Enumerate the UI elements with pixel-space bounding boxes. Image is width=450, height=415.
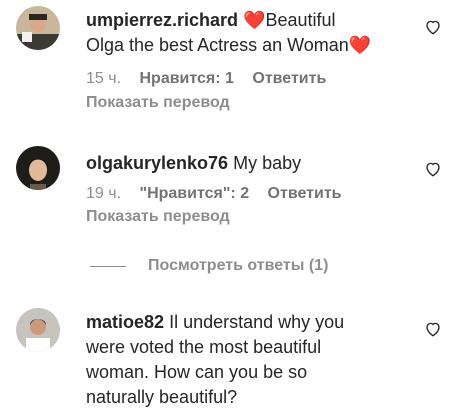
comment-text: olgakurylenko76 My baby (86, 153, 302, 173)
heart-emoji: ❤️ (348, 35, 372, 55)
username[interactable]: matioe82 (86, 312, 164, 332)
timestamp: 19 ч. (86, 185, 122, 202)
avatar-umpierrez[interactable] (16, 6, 60, 50)
comment-meta: 15 ч. Нравится: 1 Ответить (86, 70, 340, 88)
heart-emoji: ❤️ (243, 10, 266, 30)
heart-outline-icon[interactable] (424, 18, 442, 36)
avatar-matioe82[interactable] (16, 308, 60, 352)
username[interactable]: olgakurylenko76 (86, 153, 228, 173)
likes-count[interactable]: Нравится: 1 (139, 70, 233, 87)
view-replies-label: Посмотреть ответы (1) (148, 257, 329, 274)
view-replies-button[interactable]: Посмотреть ответы (1) (90, 256, 328, 276)
heart-outline-icon[interactable] (424, 160, 442, 178)
comment-meta: 19 ч. "Нравится": 2 Ответить (86, 185, 355, 203)
avatar-olgakurylenko76[interactable] (16, 146, 60, 190)
reply-button[interactable]: Ответить (268, 185, 342, 202)
reply-button[interactable]: Ответить (252, 70, 326, 87)
comment-text: umpierrez.richard ❤️Beautiful Olga the b… (86, 10, 372, 55)
username[interactable]: umpierrez.richard (86, 10, 238, 30)
show-translation-button[interactable]: Показать перевод (86, 208, 230, 226)
timestamp: 15 ч. (86, 70, 122, 87)
show-translation-button[interactable]: Показать перевод (86, 94, 230, 112)
replies-divider (90, 265, 126, 267)
heart-outline-icon[interactable] (424, 320, 442, 338)
comment-text: matioe82 Il understand why you were vote… (86, 312, 345, 407)
likes-count[interactable]: "Нравится": 2 (139, 185, 249, 202)
